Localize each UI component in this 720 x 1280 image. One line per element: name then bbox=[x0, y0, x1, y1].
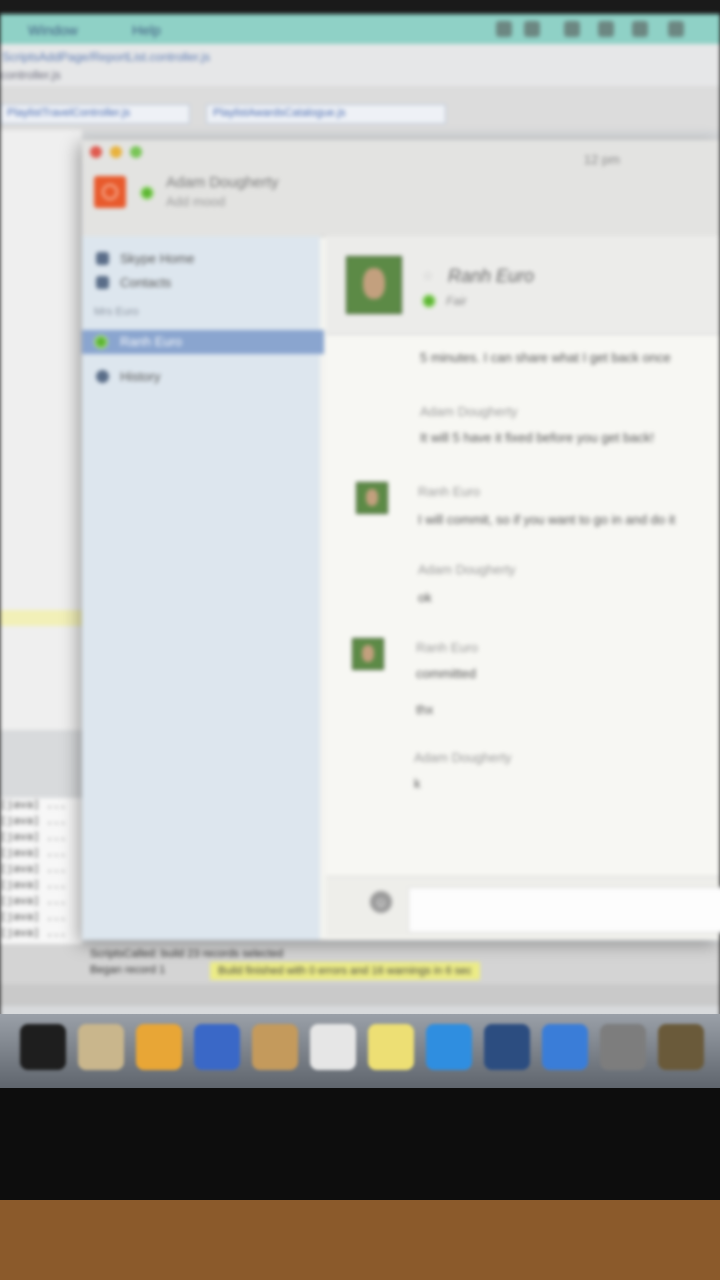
message-composer: ☺ bbox=[326, 876, 720, 937]
zoom-window-button[interactable] bbox=[130, 146, 142, 158]
script-editor-icon[interactable] bbox=[78, 1024, 124, 1070]
sidebar-item-label: Ranh Euro bbox=[120, 334, 183, 349]
tray-icon[interactable] bbox=[632, 21, 648, 37]
screen: Window Help ScriptsAddPage/ReportList.co… bbox=[0, 14, 720, 1084]
online-status-icon[interactable] bbox=[140, 186, 154, 200]
history-icon bbox=[96, 370, 109, 383]
ide-tab[interactable]: PlaylistTravelController.js bbox=[0, 104, 190, 124]
message-sender: Adam Dougherty bbox=[414, 750, 512, 765]
terminal-icon[interactable] bbox=[20, 1024, 66, 1070]
sidebar-item-history[interactable]: History bbox=[92, 366, 312, 388]
online-status-icon bbox=[422, 294, 436, 308]
checkmark-app-icon[interactable] bbox=[484, 1024, 530, 1070]
mood-field[interactable]: Add mood bbox=[166, 194, 225, 209]
message-text: 5 minutes. I can share what I get back o… bbox=[420, 350, 671, 365]
home-icon bbox=[96, 252, 109, 265]
xcode-icon[interactable] bbox=[194, 1024, 240, 1070]
contact-status: Fair bbox=[446, 294, 467, 308]
build-warning-badge: Build finished with 0 errors and 16 warn… bbox=[210, 962, 480, 980]
favorite-star-icon[interactable]: ☆ bbox=[422, 268, 434, 284]
sidebar-item-selected-contact[interactable]: Ranh Euro bbox=[82, 330, 324, 354]
contact-avatar[interactable] bbox=[346, 256, 402, 314]
sidebar-item-label: History bbox=[120, 369, 161, 384]
dock bbox=[0, 1014, 720, 1088]
message-sender: Ranh Euro bbox=[416, 640, 479, 655]
chat-window: 12 pm Adam Dougherty Add mood Skype Home… bbox=[82, 140, 720, 940]
tray-icon[interactable] bbox=[564, 21, 580, 37]
ide-status-line: ScriptsCalled: build 23 records selected bbox=[90, 948, 284, 960]
minimize-window-button[interactable] bbox=[110, 146, 122, 158]
message-sender: Adam Dougherty bbox=[420, 404, 518, 419]
calendar-icon[interactable] bbox=[310, 1024, 356, 1070]
monitor-bezel-bottom bbox=[0, 1088, 720, 1210]
ide-tab-bar: PlaylistTravelController.js PlaylistAwar… bbox=[0, 86, 720, 130]
self-name[interactable]: Adam Dougherty bbox=[166, 174, 279, 191]
automator-icon[interactable] bbox=[658, 1024, 704, 1070]
stickies-icon[interactable] bbox=[368, 1024, 414, 1070]
message-sender: Ranh Euro bbox=[418, 484, 481, 499]
message-sender: Adam Dougherty bbox=[418, 562, 516, 577]
console-line: [java] ... bbox=[0, 894, 67, 907]
utilities-icon[interactable] bbox=[600, 1024, 646, 1070]
monitor-bezel-top bbox=[0, 0, 720, 14]
message-text: thx bbox=[416, 702, 434, 717]
ide-status-line: Began record 1 bbox=[90, 964, 166, 976]
ide-path-bar: ScriptsAddPage/ReportList.controller.js … bbox=[0, 44, 720, 87]
message-text: I will commit, so if you want to go in a… bbox=[418, 512, 676, 527]
message-text: It will 5 have it fixed before you get b… bbox=[420, 430, 655, 445]
flower-icon[interactable] bbox=[136, 1024, 182, 1070]
ide-tab[interactable]: PlaylistAwardsCatalogue.js bbox=[206, 104, 446, 124]
sidebar-section-heading: Mrs Euro bbox=[94, 306, 139, 318]
ide-status-area: ScriptsCalled: build 23 records selected… bbox=[0, 944, 720, 984]
console-line: [java] ... bbox=[0, 814, 67, 827]
tray-icon[interactable] bbox=[668, 21, 684, 37]
console-line: [java] ... bbox=[0, 846, 67, 859]
desk-surface bbox=[0, 1200, 720, 1280]
safari-icon[interactable] bbox=[542, 1024, 588, 1070]
tray-icon[interactable] bbox=[496, 21, 512, 37]
menu-bar: Window Help bbox=[0, 14, 720, 44]
header-time: 12 pm bbox=[583, 152, 620, 167]
message-avatar[interactable] bbox=[352, 638, 384, 670]
photo-frame: Window Help ScriptsAddPage/ReportList.co… bbox=[0, 0, 720, 1280]
sidebar-item-label: Contacts bbox=[120, 275, 172, 290]
message-text: ok bbox=[418, 590, 432, 605]
message-avatar[interactable] bbox=[356, 482, 388, 514]
conversation-pane: ☆ Ranh Euro Fair 5 minutes. I can share … bbox=[326, 236, 720, 940]
ide-path-text: ScriptsAddPage/ReportList.controller.js bbox=[2, 50, 211, 64]
notes-icon[interactable] bbox=[252, 1024, 298, 1070]
tray-icon[interactable] bbox=[524, 21, 540, 37]
menu-window[interactable]: Window bbox=[28, 22, 78, 38]
message-text: committed bbox=[416, 666, 476, 681]
chat-sidebar: Skype Home Contacts Mrs Euro Ranh Euro H… bbox=[82, 236, 324, 940]
contact-header: ☆ Ranh Euro Fair bbox=[326, 236, 720, 335]
console-line: [java] ... bbox=[0, 798, 67, 811]
console-line: [java] ... bbox=[0, 878, 67, 891]
ide-bottom-bar bbox=[0, 984, 720, 1006]
contacts-icon bbox=[96, 276, 109, 289]
sidebar-item-home[interactable]: Skype Home bbox=[92, 248, 312, 270]
tray-icon[interactable] bbox=[598, 21, 614, 37]
console-line: [java] ... bbox=[0, 926, 67, 939]
ide-path-sub: controller.js bbox=[0, 68, 61, 82]
skype-logo-icon bbox=[94, 176, 126, 208]
ide-code-editor[interactable] bbox=[0, 130, 82, 730]
console-line: [java] ... bbox=[0, 910, 67, 923]
menu-help[interactable]: Help bbox=[132, 22, 161, 38]
message-text: k bbox=[414, 776, 421, 791]
contact-name: Ranh Euro bbox=[448, 266, 535, 286]
console-line: [java] ... bbox=[0, 830, 67, 843]
skype-icon[interactable] bbox=[426, 1024, 472, 1070]
ide-highlight-line bbox=[0, 610, 82, 626]
emoticon-icon[interactable]: ☺ bbox=[370, 891, 392, 913]
console-line: [java] ... bbox=[0, 862, 67, 875]
chat-title-bar: 12 pm Adam Dougherty Add mood bbox=[82, 140, 720, 237]
online-status-icon bbox=[94, 335, 108, 349]
message-input[interactable] bbox=[408, 887, 720, 933]
close-window-button[interactable] bbox=[90, 146, 102, 158]
sidebar-item-contacts[interactable]: Contacts bbox=[92, 272, 312, 294]
sidebar-item-label: Skype Home bbox=[120, 251, 195, 266]
